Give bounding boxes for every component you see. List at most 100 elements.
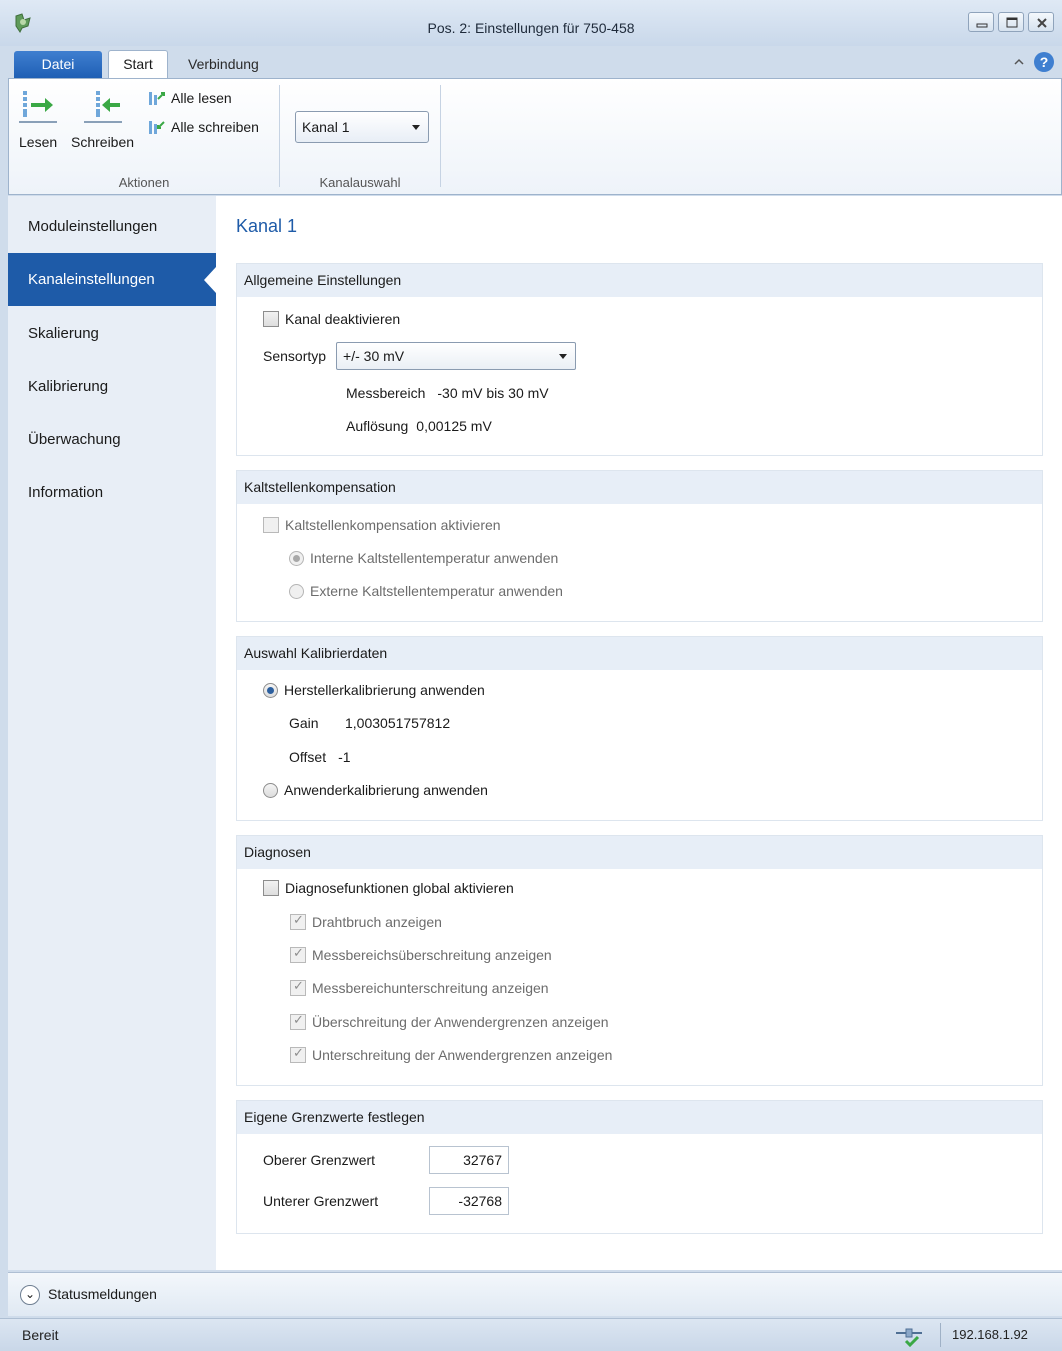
radio-button[interactable] (289, 583, 304, 599)
close-icon (1037, 18, 1047, 28)
gain-label: Gain (289, 715, 319, 731)
diagnose-global-checkbox[interactable]: Diagnosefunktionen global aktivieren (263, 880, 514, 896)
kanal-select[interactable]: Kanal 1 (295, 111, 429, 143)
lesen-button[interactable]: Lesen (19, 89, 57, 150)
ribbon-separator (440, 85, 441, 187)
alle-schreiben-label: Alle schreiben (171, 119, 259, 135)
offset-row: Offset -1 (289, 749, 351, 765)
radio-button[interactable] (289, 550, 304, 566)
statusmeldungen-label: Statusmeldungen (48, 1286, 157, 1302)
tab-verbindung[interactable]: Verbindung (188, 51, 259, 78)
panel-heading: Auswahl Kalibrierdaten (237, 637, 1042, 670)
chevron-down-icon (412, 125, 420, 130)
kaltstelle-aktivieren-checkbox[interactable]: Kaltstellenkompensation aktivieren (263, 517, 501, 533)
alle-lesen-button[interactable]: Alle lesen (147, 89, 232, 107)
ribbon-panel: Lesen Schreiben Alle lesen Alle schreibe… (8, 78, 1062, 195)
minimize-button[interactable] (968, 12, 994, 32)
unter-anwender-checkbox[interactable]: Unterschreitung der Anwendergrenzen anze… (290, 1045, 613, 1063)
radio-button[interactable] (263, 782, 278, 798)
ip-address: 192.168.1.92 (952, 1327, 1028, 1342)
sidebar-item-kanaleinstellungen[interactable]: Kanaleinstellungen (8, 253, 216, 306)
checkbox-label: Messbereichsüberschreitung anzeigen (312, 947, 552, 963)
tab-datei[interactable]: Datei (14, 51, 102, 78)
radio-button[interactable] (263, 682, 278, 698)
aktionen-group-label: Aktionen (118, 175, 170, 190)
anwenderkalibrierung-radio[interactable]: Anwenderkalibrierung anwenden (263, 782, 488, 798)
checkbox-label: Unterschreitung der Anwendergrenzen anze… (312, 1047, 613, 1063)
drahtbruch-checkbox[interactable]: Drahtbruch anzeigen (290, 912, 442, 930)
messbereich-row: Messbereich -30 mV bis 30 mV (346, 385, 549, 401)
checkbox-box[interactable] (263, 880, 279, 896)
unterschreitung-checkbox[interactable]: Messbereichunterschreitung anzeigen (290, 978, 549, 996)
alle-lesen-label: Alle lesen (171, 90, 232, 106)
ueber-anwender-checkbox[interactable]: Überschreitung der Anwendergrenzen anzei… (290, 1012, 609, 1030)
checkbox-label: Messbereichunterschreitung anzeigen (312, 980, 549, 996)
read-all-icon (149, 92, 165, 105)
sensortyp-label: Sensortyp (263, 348, 327, 364)
window-title: Pos. 2: Einstellungen für 750-458 (427, 20, 635, 36)
sidebar-item-kalibrierung[interactable]: Kalibrierung (8, 360, 216, 413)
checkbox-label: Kaltstellenkompensation aktivieren (285, 517, 501, 533)
alle-schreiben-button[interactable]: Alle schreiben (147, 118, 259, 136)
expand-chevron-icon[interactable]: ⌄ (20, 1285, 40, 1305)
ribbon-tab-row: Datei Start Verbindung ? (0, 48, 1062, 79)
help-icon[interactable]: ? (1034, 52, 1054, 72)
schreiben-button[interactable]: Schreiben (71, 89, 134, 150)
radio-label: Externe Kaltstellentemperatur anwenden (310, 583, 563, 599)
main-content: Kanal 1 Allgemeine Einstellungen Kanal d… (216, 196, 1062, 1270)
oberer-grenzwert-label: Oberer Grenzwert (263, 1152, 376, 1168)
minimize-icon (976, 23, 988, 28)
lesen-label: Lesen (19, 134, 58, 150)
kanalauswahl-group-label: Kanalauswahl (319, 175, 401, 190)
maximize-button[interactable] (998, 12, 1024, 32)
oberer-grenzwert-row: Oberer Grenzwert 32767 (263, 1146, 509, 1174)
kaltstellenkompensation-panel: Kaltstellenkompensation Kaltstellenkompe… (236, 470, 1043, 622)
ribbon-separator (279, 85, 280, 187)
write-icon (83, 91, 122, 123)
connection-icon (896, 1328, 922, 1347)
checkbox-box[interactable] (290, 945, 306, 963)
write-all-icon (149, 121, 165, 134)
sidebar-item-ueberwachung[interactable]: Überwachung (8, 413, 216, 466)
checkbox-box[interactable] (290, 1045, 306, 1063)
panel-heading: Eigene Grenzwerte festlegen (237, 1101, 1042, 1134)
schreiben-label: Schreiben (71, 134, 135, 150)
radio-label: Herstellerkalibrierung anwenden (284, 682, 485, 698)
checkbox-box[interactable] (290, 912, 306, 930)
gain-value: 1,003051757812 (345, 715, 451, 731)
diagnosen-panel: Diagnosen Diagnosefunktionen global akti… (236, 835, 1043, 1086)
externe-kaltstelle-radio[interactable]: Externe Kaltstellentemperatur anwenden (289, 583, 563, 599)
aufloesung-label: Auflösung (346, 418, 409, 434)
tab-start[interactable]: Start (108, 50, 168, 79)
collapse-ribbon-icon[interactable] (1012, 55, 1026, 69)
gain-row: Gain 1,003051757812 (289, 715, 450, 731)
ueberschreitung-checkbox[interactable]: Messbereichsüberschreitung anzeigen (290, 945, 552, 963)
unterer-grenzwert-input[interactable]: -32768 (429, 1187, 509, 1215)
sidebar-item-moduleinstellungen[interactable]: Moduleinstellungen (8, 200, 216, 253)
close-button[interactable] (1028, 12, 1054, 32)
chevron-down-icon (559, 354, 568, 359)
checkbox-box[interactable] (290, 1012, 306, 1030)
status-separator (940, 1323, 941, 1347)
kalibrierdaten-panel: Auswahl Kalibrierdaten Herstellerkalibri… (236, 636, 1043, 821)
sensortyp-value: +/- 30 mV (343, 348, 405, 364)
panel-heading: Allgemeine Einstellungen (237, 264, 1042, 297)
statusmeldungen-bar[interactable]: ⌄ Statusmeldungen (8, 1272, 1062, 1316)
read-icon (19, 91, 58, 123)
allgemeine-einstellungen-panel: Allgemeine Einstellungen Kanal deaktivie… (236, 263, 1043, 456)
messbereich-value: -30 mV bis 30 mV (437, 385, 549, 401)
herstellerkalibrierung-radio[interactable]: Herstellerkalibrierung anwenden (263, 682, 485, 698)
aufloesung-row: Auflösung 0,00125 mV (346, 418, 492, 434)
interne-kaltstelle-radio[interactable]: Interne Kaltstellentemperatur anwenden (289, 550, 558, 566)
sidebar-item-information[interactable]: Information (8, 466, 216, 519)
oberer-grenzwert-input[interactable]: 32767 (429, 1146, 509, 1174)
checkbox-box[interactable] (290, 978, 306, 996)
panel-heading: Kaltstellenkompensation (237, 471, 1042, 504)
sensortyp-select[interactable]: +/- 30 mV (336, 342, 577, 370)
sidebar-item-skalierung[interactable]: Skalierung (8, 307, 216, 360)
kanal-select-value: Kanal 1 (302, 119, 350, 135)
kanal-deaktivieren-checkbox[interactable]: Kanal deaktivieren (263, 311, 400, 327)
checkbox-label: Überschreitung der Anwendergrenzen anzei… (312, 1014, 609, 1030)
checkbox-box[interactable] (263, 517, 279, 533)
checkbox-box[interactable] (263, 311, 279, 327)
